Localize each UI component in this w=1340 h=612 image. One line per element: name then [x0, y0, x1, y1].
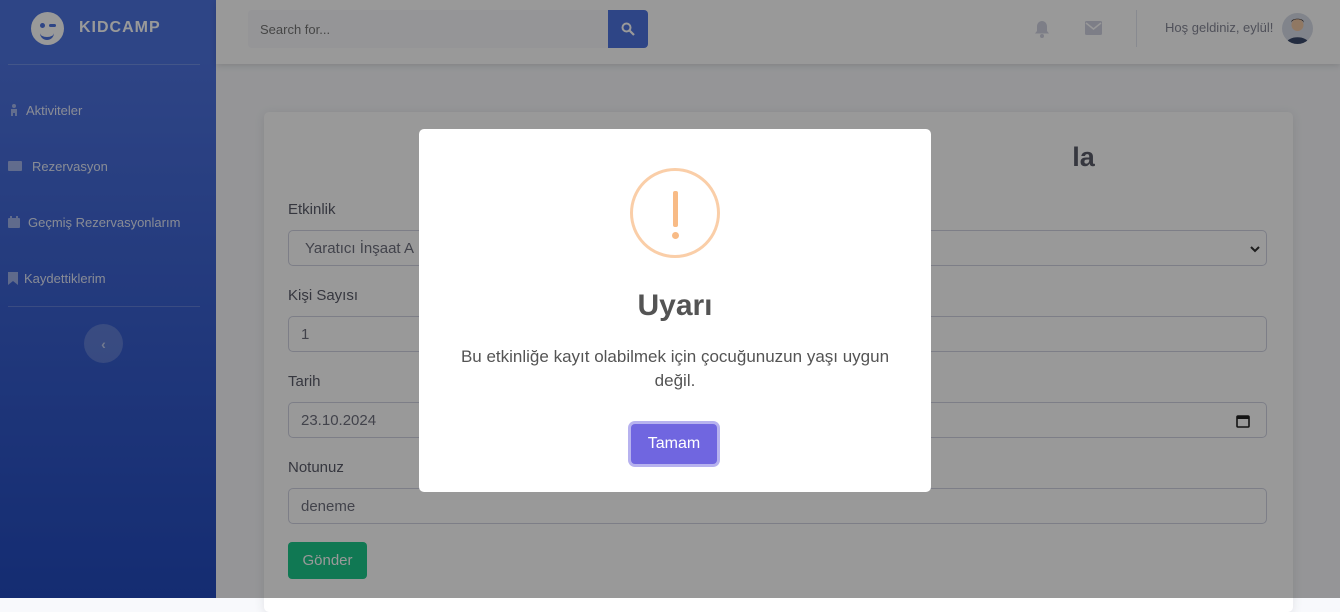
dialog-title: Uyarı	[637, 289, 713, 322]
warning-icon	[630, 168, 720, 258]
dialog-message: Bu etkinliğe kayıt olabilmek için çocuğu…	[460, 347, 890, 390]
ok-button[interactable]: Tamam	[631, 424, 717, 464]
warning-dialog: Uyarı Bu etkinliğe kayıt olabilmek için …	[419, 129, 931, 492]
